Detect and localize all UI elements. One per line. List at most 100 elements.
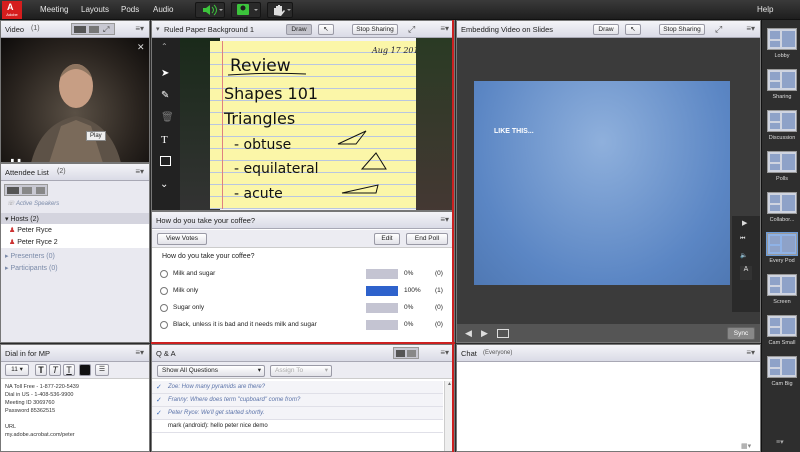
slides-pod: Embedding Video on Slides Draw ↖ Stop Sh… (456, 20, 761, 343)
dialin-menu-icon[interactable]: ≡▾ (135, 348, 144, 357)
color-swatch-icon[interactable] (79, 364, 91, 376)
radio-button[interactable] (160, 270, 168, 278)
fullscreen-icon[interactable]: ⤢ (408, 24, 415, 35)
raise-hand-button[interactable] (267, 2, 293, 18)
radio-button[interactable] (160, 304, 168, 312)
radio-button[interactable] (160, 321, 168, 329)
text-tool-icon[interactable]: T (161, 134, 168, 146)
underline-icon[interactable]: T (63, 364, 75, 376)
webcam-button[interactable] (231, 2, 261, 18)
slides-draw-button[interactable]: Draw (593, 24, 619, 35)
qa-view-toggle[interactable] (393, 347, 419, 359)
view-votes-button[interactable]: View Votes (157, 233, 207, 245)
attendee-pod-menu-icon[interactable]: ≡▾ (135, 167, 144, 176)
logo-text: Adobe (6, 12, 18, 17)
participant-view-icon[interactable] (407, 350, 416, 357)
bold-icon[interactable]: T (35, 364, 47, 376)
marker-tool-icon[interactable]: ✎ (161, 90, 169, 101)
layout-sharing[interactable]: Sharing (764, 69, 800, 100)
play-icon[interactable]: ▶ (742, 219, 747, 227)
poll-option[interactable]: Black, unless it is bad and it needs mil… (152, 318, 454, 334)
font-size-select[interactable]: 11 ▾ (5, 364, 29, 376)
stop-sharing-button[interactable]: Stop Sharing (352, 24, 398, 35)
italic-icon[interactable]: T (49, 364, 61, 376)
attendee-row[interactable]: ♟ Peter Ryce 2 (1, 236, 149, 248)
thumbnails-icon[interactable] (497, 329, 509, 338)
status-view-icon[interactable] (22, 187, 32, 194)
slides-pointer-button[interactable]: ↖ (625, 24, 641, 35)
edit-poll-button[interactable]: Edit (374, 233, 400, 245)
dialin-line: my.adobe.acrobat.com/peter (5, 432, 75, 438)
shape-tool-icon[interactable] (160, 156, 171, 166)
chevron-down-icon[interactable]: ▾ (156, 25, 160, 33)
chevron-down-icon[interactable]: ⌄ (160, 179, 168, 190)
volume-icon[interactable]: 🔈 (740, 252, 747, 259)
hosts-group[interactable]: ▾ Hosts (2) (1, 213, 149, 224)
presenter-view-icon[interactable] (396, 350, 405, 357)
layout-screen[interactable]: Screen (764, 274, 800, 305)
whiteboard-menu-icon[interactable]: ≡▾ (440, 24, 449, 33)
slides-menu-icon[interactable]: ≡▾ (746, 24, 755, 33)
draw-button[interactable]: Draw (286, 24, 312, 35)
list-view-icon[interactable] (7, 187, 19, 194)
qa-item[interactable]: ✓ Peter Ryce: We'll get started shortly. (152, 407, 443, 420)
filmstrip-icon[interactable] (89, 26, 99, 33)
video-view-toggle[interactable]: ⤢ (71, 23, 115, 35)
menu-layouts[interactable]: Layouts (81, 5, 109, 14)
qa-menu-icon[interactable]: ≡▾ (440, 348, 449, 357)
prev-slide-icon[interactable]: ◀ (465, 328, 472, 339)
qa-item[interactable]: mark (android): hello peter nice demo (152, 420, 443, 433)
layout-polls[interactable]: Polls (764, 151, 800, 182)
top-menu-bar: A Adobe Meeting Layouts Pods Audio Help (0, 0, 800, 20)
poll-option[interactable]: Milk and sugar 0% (0) (152, 267, 454, 283)
layout-every-pod[interactable]: Every Pod (764, 232, 800, 264)
video-pod-menu-icon[interactable]: ≡▾ (135, 24, 144, 33)
send-icon[interactable]: ▦▾ (741, 442, 751, 450)
chat-scope: (Everyone) (483, 350, 513, 356)
menu-audio[interactable]: Audio (153, 5, 173, 14)
chat-menu-icon[interactable]: ≡▾ (746, 348, 755, 357)
qa-filter-select[interactable]: Show All Questions ▾ (157, 365, 265, 377)
fullscreen-icon[interactable]: ⤢ (103, 25, 109, 35)
layout-collabor[interactable]: Collabor... (764, 192, 800, 223)
qa-item[interactable]: ✓ Zoe: How many pyramids are there? (152, 381, 443, 394)
breakout-view-icon[interactable] (36, 187, 45, 194)
qa-item[interactable]: ✓ Franny: Where does term "cupboard" com… (152, 394, 443, 407)
prev-icon[interactable]: ⏮ (740, 236, 745, 243)
chevron-up-icon[interactable]: ⌃ (161, 42, 168, 51)
radio-button[interactable] (160, 287, 168, 295)
sync-button[interactable]: Sync (727, 327, 755, 340)
dialin-line: NA Toll Free - 1-877-220-5439 (5, 384, 79, 390)
wb-date: Aug 17 2015 (371, 46, 416, 55)
menu-meeting[interactable]: Meeting (40, 5, 68, 14)
grid-view-icon[interactable] (74, 26, 86, 33)
presenters-group[interactable]: ▸ Presenters (0) (1, 250, 149, 261)
help-link[interactable]: Help (757, 5, 773, 14)
sync-pointer-button[interactable]: ↖ (318, 24, 334, 35)
layout-cam-big[interactable]: Cam Big (764, 356, 800, 387)
layout-cam-small[interactable]: Cam Small (764, 315, 800, 346)
poll-option-pct: 0% (404, 304, 414, 311)
participants-group[interactable]: ▸ Participants (0) (1, 262, 149, 273)
assign-to-select[interactable]: Assign To ▾ (270, 365, 332, 377)
layout-thumbnail-icon (767, 110, 797, 132)
layout-lobby[interactable]: Lobby (764, 28, 800, 59)
next-slide-icon[interactable]: ▶ (481, 328, 488, 339)
dialin-line: Password 85362515 (5, 408, 56, 414)
end-poll-button[interactable]: End Poll (406, 233, 448, 245)
menu-pods[interactable]: Pods (121, 5, 139, 14)
close-icon[interactable]: ✕ (137, 42, 145, 53)
bullet-list-icon[interactable]: ☰ (95, 364, 109, 376)
sidebar-menu-icon[interactable]: ≡▾ (776, 438, 784, 446)
select-tool-icon[interactable]: ➤ (161, 68, 169, 79)
trash-icon[interactable]: 🗑 (161, 112, 174, 123)
poll-option[interactable]: Sugar only 0% (0) (152, 301, 454, 317)
fullscreen-icon[interactable]: ⤢ (715, 24, 722, 35)
slides-stop-sharing-button[interactable]: Stop Sharing (659, 24, 705, 35)
attendee-row[interactable]: ♟ Peter Ryce (1, 224, 149, 236)
attendee-view-toggle[interactable] (4, 184, 48, 196)
poll-menu-icon[interactable]: ≡▾ (440, 215, 449, 224)
poll-option[interactable]: Milk only 100% (1) (152, 284, 454, 300)
layout-discussion[interactable]: Discussion (764, 110, 800, 141)
speaker-button[interactable] (195, 2, 225, 18)
